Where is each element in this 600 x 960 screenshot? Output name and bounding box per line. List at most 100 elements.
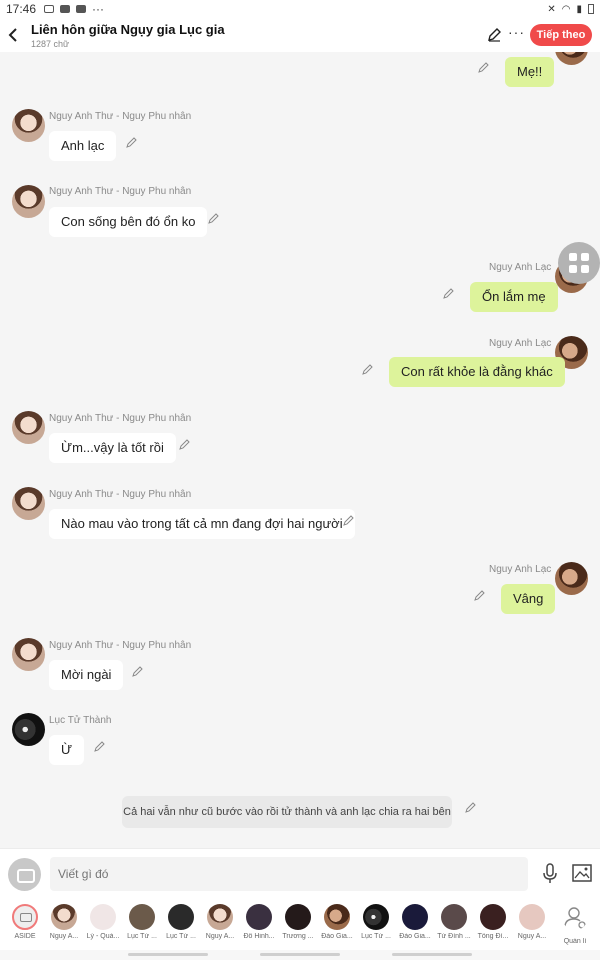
message-bubble[interactable]: Mẹ!! bbox=[505, 57, 555, 87]
avatar bbox=[402, 904, 428, 930]
nav-handle[interactable] bbox=[260, 953, 340, 956]
header: Liên hôn giữa Ngụy gia Lục gia 1287 chữ … bbox=[0, 18, 600, 52]
wifi-icon: ◠ bbox=[561, 3, 571, 15]
grid-menu-button[interactable] bbox=[558, 242, 600, 284]
character-item[interactable]: Tử Đình ... bbox=[434, 904, 474, 940]
character-item[interactable]: Lục Tử ... bbox=[356, 904, 396, 940]
next-button[interactable]: Tiếp theo bbox=[530, 24, 592, 46]
youtube-icon bbox=[60, 5, 71, 13]
message-bubble[interactable]: Nào mau vào trong tất cả mn đang đợi hai… bbox=[49, 509, 355, 539]
system-icons: ✕ ◠ ▮ bbox=[547, 4, 594, 15]
character-item[interactable]: Nguy A... bbox=[200, 904, 240, 940]
speaker-name: Nguy Anh Lạc bbox=[489, 564, 552, 575]
avatar[interactable] bbox=[555, 52, 588, 65]
speaker-name: Nguy Anh Lạc bbox=[489, 262, 552, 273]
avatar[interactable] bbox=[12, 638, 45, 671]
character-strip: ASIDE Nguy A... Lý - Quả... Lục Tử ... L… bbox=[0, 898, 600, 950]
microphone-icon[interactable] bbox=[541, 863, 559, 885]
avatar bbox=[207, 904, 233, 930]
message-bubble[interactable]: Vâng bbox=[501, 584, 556, 614]
character-aside[interactable]: ASIDE bbox=[5, 904, 45, 940]
character-item[interactable]: Đào Gia... bbox=[317, 904, 357, 940]
battery-icon bbox=[588, 4, 594, 14]
speaker-name: Nguy Anh Lạc bbox=[489, 338, 552, 349]
character-item[interactable]: Tống Đì... bbox=[473, 904, 513, 940]
avatar bbox=[129, 904, 155, 930]
character-item[interactable]: Nguy A... bbox=[512, 904, 552, 940]
message-bubble[interactable]: Con rất khỏe là đằng khác bbox=[389, 357, 565, 387]
nav-handle[interactable] bbox=[128, 953, 208, 956]
avatar bbox=[90, 904, 116, 930]
avatar[interactable] bbox=[555, 562, 588, 595]
status-time: 17:46 bbox=[6, 2, 37, 16]
story-title: Liên hôn giữa Ngụy gia Lục gia bbox=[31, 22, 225, 37]
message-bubble[interactable]: Ừ bbox=[49, 735, 85, 765]
speaker-name: Nguy Anh Thư - Nguy Phu nhân bbox=[49, 640, 192, 651]
avatar bbox=[324, 904, 350, 930]
speaker-name: Nguy Anh Thư - Nguy Phu nhân bbox=[49, 111, 192, 122]
edit-pencil-icon[interactable] bbox=[126, 136, 138, 148]
app-icon bbox=[76, 5, 87, 13]
avatar[interactable] bbox=[12, 109, 45, 142]
edit-pencil-icon[interactable] bbox=[208, 212, 220, 224]
edit-icon[interactable] bbox=[487, 27, 502, 42]
gallery-icon bbox=[44, 5, 55, 13]
character-item[interactable]: Lục Tử ... bbox=[122, 904, 162, 940]
image-icon[interactable] bbox=[572, 864, 592, 882]
nav-handle[interactable] bbox=[392, 953, 472, 956]
character-item[interactable]: Nguy A... bbox=[44, 904, 84, 940]
back-arrow-icon[interactable] bbox=[6, 26, 22, 44]
signal-icon: ▮ bbox=[576, 3, 582, 15]
grid-icon bbox=[569, 265, 577, 273]
message-bubble[interactable]: Con sống bên đó ổn ko bbox=[49, 207, 208, 237]
user-settings-icon bbox=[562, 904, 588, 930]
input-bar bbox=[0, 848, 600, 898]
speaker-name: Nguy Anh Thư - Nguy Phu nhân bbox=[49, 489, 192, 500]
chat-area[interactable]: Mẹ!! Nguy Anh Thư - Nguy Phu nhân Anh lạ… bbox=[0, 52, 600, 848]
character-item[interactable]: Lý - Quả... bbox=[83, 904, 123, 940]
avatar bbox=[168, 904, 194, 930]
avatar[interactable] bbox=[12, 713, 45, 746]
avatar bbox=[246, 904, 272, 930]
grid-icon bbox=[569, 253, 577, 261]
message-bubble[interactable]: Ổn lắm mẹ bbox=[470, 282, 558, 312]
avatar bbox=[51, 904, 77, 930]
message-input[interactable] bbox=[50, 857, 528, 891]
speaker-name: Nguy Anh Thư - Nguy Phu nhân bbox=[49, 413, 192, 424]
character-item[interactable]: Đào Gia... bbox=[395, 904, 435, 940]
more-options-icon[interactable]: ··· bbox=[508, 24, 525, 40]
system-nav-bar bbox=[0, 950, 600, 960]
manage-characters[interactable]: Quản lí bbox=[555, 904, 595, 945]
edit-pencil-icon[interactable] bbox=[474, 589, 486, 601]
edit-pencil-icon[interactable] bbox=[443, 287, 455, 299]
word-count: 1287 chữ bbox=[31, 39, 70, 49]
avatar bbox=[480, 904, 506, 930]
edit-pencil-icon[interactable] bbox=[362, 363, 374, 375]
avatar[interactable] bbox=[12, 185, 45, 218]
message-type-icon[interactable] bbox=[8, 858, 41, 891]
edit-pencil-icon[interactable] bbox=[179, 438, 191, 450]
edit-pencil-icon[interactable] bbox=[465, 801, 477, 813]
character-item[interactable]: Lục Tử ... bbox=[161, 904, 201, 940]
avatar bbox=[363, 904, 389, 930]
avatar[interactable] bbox=[12, 411, 45, 444]
mute-icon: ✕ bbox=[547, 3, 556, 15]
aside-icon bbox=[12, 904, 38, 930]
grid-icon bbox=[581, 253, 589, 261]
character-item[interactable]: Đỗ Hinh... bbox=[239, 904, 279, 940]
message-bubble[interactable]: Ừm...vậy là tốt rồi bbox=[49, 433, 176, 463]
message-bubble[interactable]: Mời ngài bbox=[49, 660, 124, 690]
edit-pencil-icon[interactable] bbox=[94, 740, 106, 752]
edit-pencil-icon[interactable] bbox=[132, 665, 144, 677]
edit-pencil-icon[interactable] bbox=[343, 514, 355, 526]
status-bar: 17:46 ··· ✕ ◠ ▮ bbox=[0, 0, 600, 18]
avatar bbox=[441, 904, 467, 930]
avatar[interactable] bbox=[12, 487, 45, 520]
notification-icons: ··· bbox=[44, 2, 104, 16]
grid-icon bbox=[581, 265, 589, 273]
message-bubble[interactable]: Anh lạc bbox=[49, 131, 117, 161]
character-item[interactable]: Trương ... bbox=[278, 904, 318, 940]
more-notifications-icon: ··· bbox=[92, 2, 105, 16]
edit-pencil-icon[interactable] bbox=[478, 61, 490, 73]
narration-bubble[interactable]: Cả hai vẫn như cũ bước vào rồi tử thành … bbox=[122, 796, 452, 828]
